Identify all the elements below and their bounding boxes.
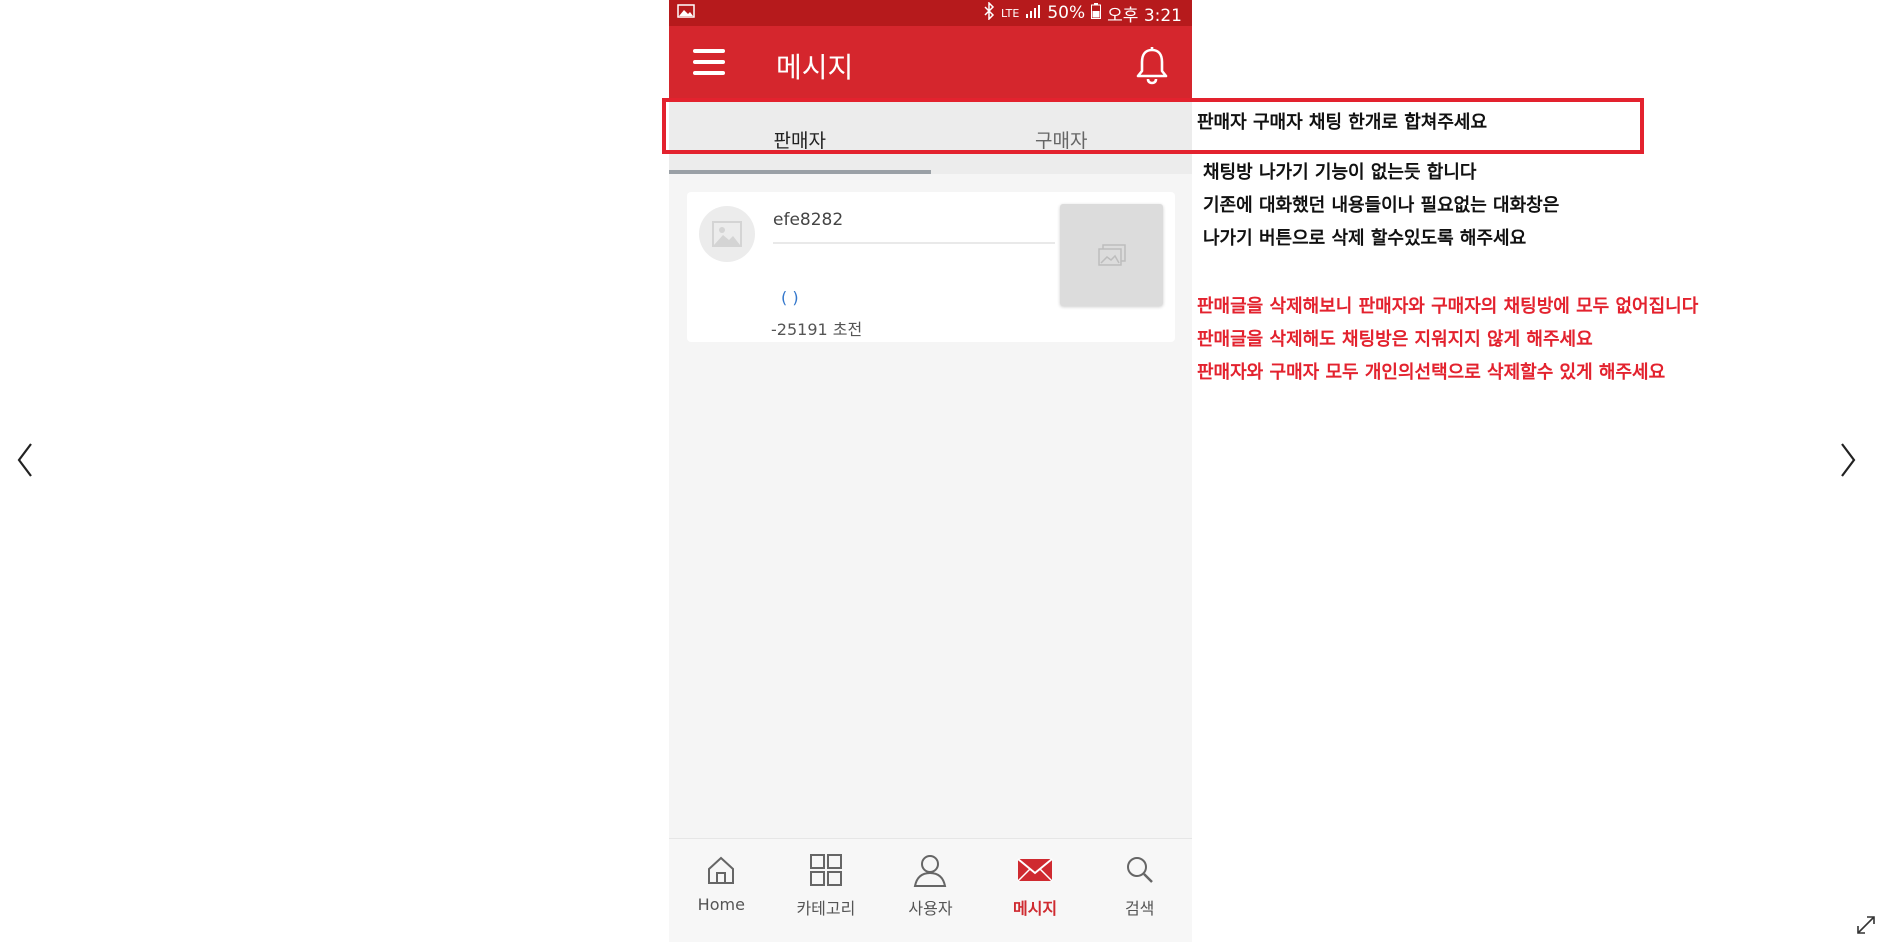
app-bar: 메시지 xyxy=(669,26,1192,102)
nav-label-home: Home xyxy=(697,895,745,914)
bluetooth-icon xyxy=(983,0,995,25)
nav-label-category: 카테고리 xyxy=(796,899,856,918)
image-placeholder-icon xyxy=(712,221,742,247)
hamburger-menu-icon[interactable] xyxy=(693,49,725,79)
bottom-navigation: Home 카테고리 사용자 메시지 검색 xyxy=(669,838,1192,942)
annotation-red-note: 판매글을 삭제해도 채팅방은 지워지지 않게 해주세요 xyxy=(1197,329,1593,350)
grid-icon xyxy=(809,854,842,886)
nav-message[interactable]: 메시지 xyxy=(983,839,1088,942)
home-icon xyxy=(708,856,735,884)
chat-list-item[interactable]: efe8282 ( ) -25191 초전 xyxy=(687,192,1175,342)
nav-label-message: 메시지 xyxy=(1012,899,1058,918)
nav-user[interactable]: 사용자 xyxy=(878,839,983,942)
envelope-icon xyxy=(1017,858,1053,882)
gallery-icon xyxy=(677,3,695,23)
nav-search[interactable]: 검색 xyxy=(1087,839,1192,942)
avatar xyxy=(699,206,755,262)
signal-icon xyxy=(1025,3,1041,24)
nav-category[interactable]: 카테고리 xyxy=(774,839,879,942)
annotation-note: 기존에 대화했던 내용들이나 필요없는 대화창은 xyxy=(1203,195,1560,216)
annotation-highlight-box xyxy=(662,98,1644,154)
annotation-note: 채팅방 나가기 기능이 없는듯 합니다 xyxy=(1203,162,1477,183)
nav-label-search: 검색 xyxy=(1124,899,1155,918)
chat-preview: ( ) xyxy=(781,288,799,307)
annotation-red-note: 판매자와 구매자 모두 개인의선택으로 삭제할수 있게 해주세요 xyxy=(1197,362,1666,383)
expand-icon[interactable] xyxy=(1855,914,1877,936)
network-type: LTE xyxy=(1001,6,1020,20)
clock: 오후 3:21 xyxy=(1107,5,1182,26)
next-image-arrow-icon[interactable] xyxy=(1833,440,1863,477)
chat-timestamp: -25191 초전 xyxy=(771,320,863,339)
nav-label-user: 사용자 xyxy=(908,899,953,918)
product-thumbnail[interactable] xyxy=(1060,204,1163,306)
photo-placeholder-icon xyxy=(1097,244,1126,266)
battery-percent: 50% xyxy=(1047,3,1086,23)
previous-image-arrow-icon[interactable] xyxy=(10,440,40,477)
battery-icon xyxy=(1091,2,1102,24)
status-bar: LTE 50% 오후 3:21 xyxy=(669,0,1192,26)
annotation-red-note: 판매글을 삭제해보니 판매자와 구매자의 채팅방에 모두 없어집니다 xyxy=(1197,296,1699,317)
nav-home[interactable]: Home xyxy=(669,839,774,942)
bell-icon[interactable] xyxy=(1134,46,1170,86)
chat-list: efe8282 ( ) -25191 초전 xyxy=(669,174,1192,838)
page-title: 메시지 xyxy=(776,51,854,84)
chat-user-name: efe8282 xyxy=(773,210,844,230)
divider xyxy=(773,242,1055,244)
user-icon xyxy=(914,855,947,887)
annotation-note: 나가기 버튼으로 삭제 할수있도록 해주세요 xyxy=(1203,228,1527,249)
search-icon xyxy=(1126,857,1153,883)
annotation-box-note: 판매자 구매자 채팅 한개로 합쳐주세요 xyxy=(1197,112,1488,133)
